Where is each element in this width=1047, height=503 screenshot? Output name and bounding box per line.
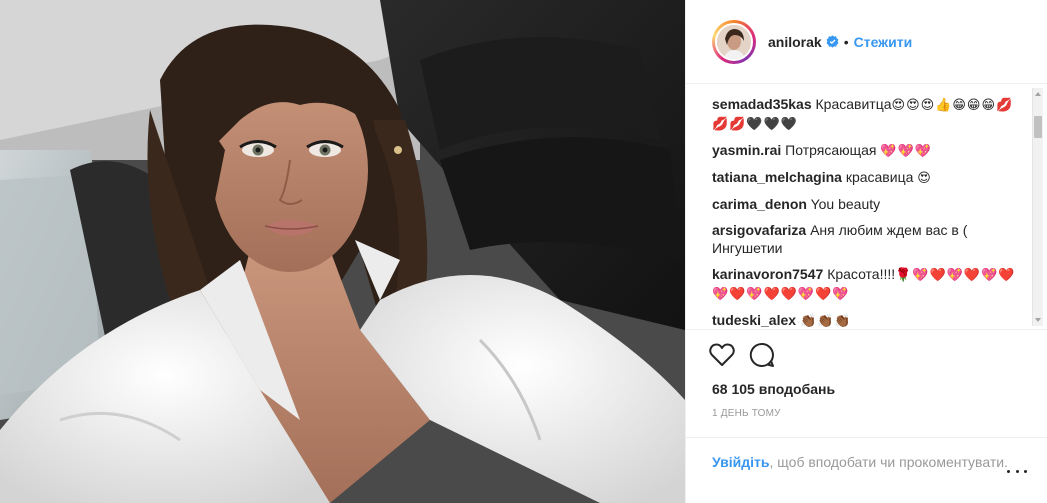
comment-username[interactable]: semadad35kas bbox=[712, 96, 812, 112]
comment-item bbox=[712, 85, 1030, 87]
comment-emoji: 👏🏾👏🏾👏🏾 bbox=[799, 313, 852, 328]
comment-username[interactable]: carima_denon bbox=[712, 196, 807, 212]
comment-username[interactable]: arsigovafariza bbox=[712, 222, 806, 238]
comment-username[interactable]: tatiana_melchagina bbox=[712, 169, 842, 185]
comments-scrollbar[interactable] bbox=[1032, 88, 1043, 326]
follow-button[interactable]: Стежити bbox=[854, 34, 913, 50]
comment-item: semadad35kas Красавитца😍😍😍👍😁😁😁💋💋💋🖤🖤🖤 bbox=[712, 95, 1030, 133]
comment-item: arsigovafariza Аня любим ждем вас в ( Ин… bbox=[712, 221, 1030, 257]
scroll-up-arrow-icon[interactable] bbox=[1035, 92, 1041, 96]
post-photo[interactable] bbox=[0, 0, 685, 503]
comment-username[interactable]: yasmin.rai bbox=[712, 142, 781, 158]
scrollbar-thumb[interactable] bbox=[1034, 116, 1042, 138]
login-prompt-text: , щоб вподобати чи прокоментувати. bbox=[769, 454, 1008, 470]
comment-text: Потрясающая bbox=[785, 142, 877, 158]
avatar[interactable] bbox=[712, 19, 756, 64]
comment-emoji: 💖💖💖 bbox=[880, 143, 932, 158]
avatar-image bbox=[715, 22, 753, 61]
comment-item: tudeski_alex 👏🏾👏🏾👏🏾 bbox=[712, 311, 1030, 329]
verified-badge-icon bbox=[826, 35, 839, 48]
speech-bubble-icon bbox=[749, 342, 774, 367]
header-separator: • bbox=[843, 33, 849, 50]
avatar-picture bbox=[717, 24, 751, 59]
comment-emoji: 😍 bbox=[917, 170, 932, 185]
post-header: anilorak • Стежити bbox=[686, 0, 1047, 84]
comment-button[interactable] bbox=[742, 335, 782, 375]
comment-username[interactable]: karinavoron7547 bbox=[712, 266, 823, 282]
comment-item: tatiana_melchagina красавица 😍 bbox=[712, 168, 1030, 187]
like-button[interactable] bbox=[702, 335, 742, 375]
comment-text: красавица bbox=[845, 169, 914, 185]
comment-username[interactable] bbox=[712, 85, 716, 86]
more-options-icon[interactable] bbox=[1007, 466, 1027, 476]
comment-item: carima_denon You beauty bbox=[712, 195, 1030, 213]
comment-text: You beauty bbox=[810, 196, 881, 212]
author-username[interactable]: anilorak bbox=[768, 34, 822, 50]
post-sidebar: anilorak • Стежити semadad35kas Красавит… bbox=[685, 0, 1047, 503]
comment-text: Красавитца bbox=[815, 96, 892, 112]
login-link[interactable]: Увійдіть bbox=[712, 454, 770, 470]
comment-item: karinavoron7547 Красота!!!!🌹💖❤️💖❤️💖❤️💖❤️… bbox=[712, 265, 1030, 303]
comment-text: Красота!!!! bbox=[827, 266, 896, 282]
likes-count[interactable]: 68 105 вподобань bbox=[712, 381, 835, 397]
post-actions bbox=[686, 329, 1047, 379]
post-timestamp[interactable]: 1 день тому bbox=[712, 408, 781, 419]
login-prompt: Увійдіть, щоб вподобати чи прокоментуват… bbox=[686, 437, 1047, 503]
post-photo-image bbox=[0, 0, 685, 503]
scroll-down-arrow-icon[interactable] bbox=[1035, 318, 1041, 322]
instagram-post: anilorak • Стежити semadad35kas Красавит… bbox=[0, 0, 1047, 503]
comments-list[interactable]: semadad35kas Красавитца😍😍😍👍😁😁😁💋💋💋🖤🖤🖤 yas… bbox=[686, 85, 1047, 329]
heart-outline-icon bbox=[709, 343, 735, 366]
comment-item: yasmin.rai Потрясающая 💖💖💖 bbox=[712, 141, 1030, 160]
comment-username[interactable]: tudeski_alex bbox=[712, 312, 796, 328]
